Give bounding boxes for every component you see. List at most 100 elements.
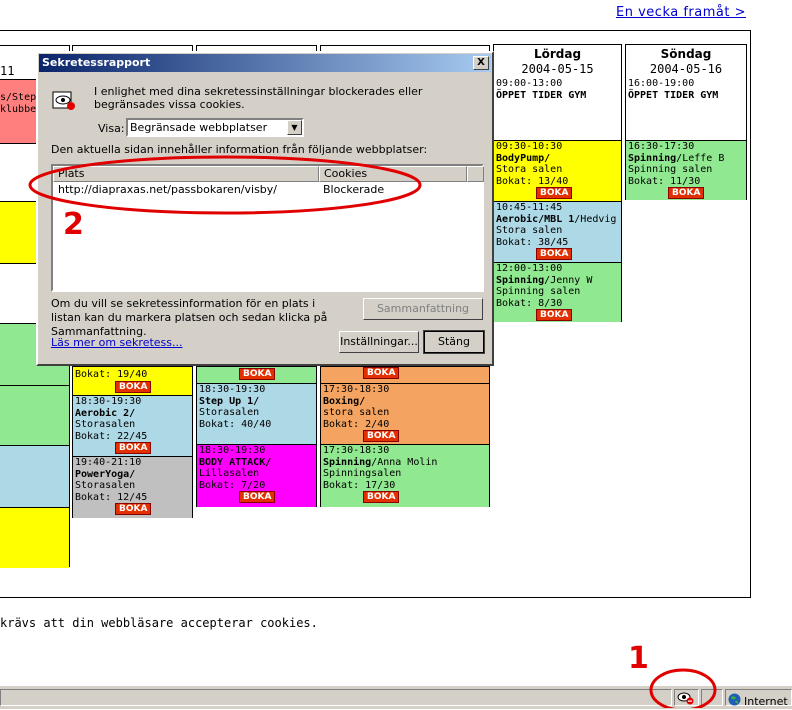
annotation-ellipse-1: [649, 668, 717, 708]
class-place: Storasalen: [75, 419, 136, 430]
annotation-number-1: 1: [628, 641, 649, 676]
boka-button[interactable]: BOKA: [363, 367, 400, 379]
schedule-cell: 16:00-19:00 ÖPPET TIDER GYM: [626, 78, 746, 140]
class-time: 17:30-18:30: [323, 445, 390, 456]
booked-count: Bokat: 40/40: [199, 418, 272, 430]
status-text-area: [0, 689, 672, 706]
schedule-cell[interactable]: Bokat: 19/40 BOKA: [73, 366, 192, 395]
booked-count: Bokat: 12/45: [75, 491, 148, 503]
booked-count: Bokat: 38/45: [496, 236, 569, 248]
class-place: Lillasalen: [199, 468, 260, 479]
hint-text: Om du vill se sekretessinformation för e…: [51, 297, 328, 338]
view-label: Visa:: [98, 122, 125, 135]
schedule-cell[interactable]: 17:30-18:30 Spinning/Anna Molin Spinning…: [321, 444, 489, 507]
schedule-cell[interactable]: BOKA: [197, 366, 316, 383]
chevron-down-icon[interactable]: ▼: [287, 120, 302, 135]
day-date: 2004-05-16: [649, 62, 723, 76]
close-button[interactable]: Stäng: [423, 330, 485, 354]
day-header-sunday: Söndag 2004-05-16: [626, 45, 746, 79]
boka-button[interactable]: BOKA: [668, 187, 705, 199]
class-place: Spinning salen: [496, 286, 581, 297]
schedule-cell[interactable]: 18:30-19:30 Step Up 1/ Storasalen Bokat:…: [197, 383, 316, 444]
class-name: Boxing/: [323, 395, 366, 407]
class-name: PowerYoga/: [75, 468, 136, 480]
globe-icon: [728, 691, 741, 710]
schedule-cell[interactable]: [0, 507, 69, 568]
class-time: 10:45-11:45: [496, 202, 563, 213]
boka-button[interactable]: BOKA: [536, 248, 573, 260]
booked-count: Bokat: 7/20: [199, 479, 266, 491]
class-place: Stora salen: [496, 164, 563, 175]
schedule-cell[interactable]: 16:30-17:30 Spinning/Leffe B Spinning sa…: [626, 140, 746, 200]
class-place: Storasalen: [199, 407, 260, 418]
class-time: 18:30-19:30: [75, 396, 142, 407]
class-name: BODY ATTACK/: [199, 456, 272, 468]
booked-count: Bokat: 17/30: [323, 479, 396, 491]
summary-button[interactable]: Sammanfattning: [363, 298, 483, 320]
boka-button[interactable]: BOKA: [363, 491, 400, 503]
booked-count: Bokat: 22/45: [75, 430, 148, 442]
day-column-saturday: Lördag 2004-05-15 09:00-13:00 ÖPPET TIDE…: [493, 44, 622, 322]
class-time: 19:40-21:10: [75, 457, 142, 468]
booked-count: Bokat: 2/40: [323, 418, 390, 430]
schedule-cell[interactable]: 18:30-19:30 BODY ATTACK/ Lillasalen Boka…: [197, 444, 316, 507]
day-header-saturday: Lördag 2004-05-15: [494, 45, 621, 79]
boka-button[interactable]: BOKA: [115, 380, 152, 393]
class-time: 18:30-19:30: [199, 445, 266, 456]
class-place: Spinning salen: [628, 164, 713, 175]
boka-button[interactable]: BOKA: [239, 368, 276, 380]
view-select-value: Begränsade webbplatser: [130, 121, 268, 134]
booked-count: Bokat: 11/30: [628, 175, 701, 187]
boka-button[interactable]: BOKA: [536, 187, 573, 199]
close-icon[interactable]: X: [473, 56, 489, 70]
next-week-link[interactable]: En vecka framåt >: [616, 5, 746, 20]
zone-indicator: Internet: [725, 689, 792, 708]
day-name: Söndag: [660, 47, 712, 61]
annotation-ellipse-2: [28, 155, 422, 215]
day-name: Lördag: [533, 47, 582, 61]
day-column-sunday: Söndag 2004-05-16 16:00-19:00 ÖPPET TIDE…: [625, 44, 747, 200]
booked-count: Bokat: 19/40: [75, 369, 148, 380]
class-time: 09:30-10:30: [496, 141, 563, 152]
learn-more-link[interactable]: Läs mer om sekretess...: [51, 336, 183, 349]
schedule-cell[interactable]: BOKA: [321, 366, 489, 383]
view-select[interactable]: Begränsade webbplatser ▼: [126, 118, 304, 137]
cookie-note: krävs att din webbläsare accepterar cook…: [0, 616, 318, 630]
schedule-cell[interactable]: 10:45-11:45 Aerobic/MBL 1/Hedvig Stora s…: [494, 201, 621, 262]
boka-button[interactable]: BOKA: [536, 309, 573, 321]
class-name: Aerobic/MBL 1/Hedvig: [496, 213, 617, 225]
boka-button[interactable]: BOKA: [115, 503, 152, 515]
privacy-info-icon: [51, 88, 79, 115]
schedule-cell[interactable]: 17:30-18:30 Boxing/ stora salen Bokat: 2…: [321, 383, 489, 444]
annotation-number-2: 2: [63, 207, 84, 242]
schedule-cell[interactable]: 18:30-19:30 Aerobic 2/ Storasalen Bokat:…: [73, 395, 192, 456]
schedule-cell[interactable]: 09:30-10:30 BodyPump/ Stora salen Bokat:…: [494, 140, 621, 201]
class-name: ÖPPET TIDER GYM: [496, 89, 587, 101]
class-time: 17:30-18:30: [323, 384, 390, 395]
class-name: Spinning/Jenny W: [496, 274, 593, 286]
class-place: Stora salen: [496, 225, 563, 236]
day-date: 2004-05-15: [521, 62, 594, 76]
class-time: 18:30-19:30: [199, 384, 266, 395]
schedule-cell[interactable]: [0, 385, 69, 445]
class-place: Storasalen: [75, 480, 136, 491]
class-name: Spinning/Anna Molin: [323, 456, 438, 468]
class-place: stora salen: [323, 407, 390, 418]
settings-button[interactable]: Inställningar...: [339, 331, 419, 353]
dialog-titlebar[interactable]: Sekretessrapport X: [39, 54, 491, 72]
class-place: Spinningsalen: [323, 468, 402, 479]
column-header-spacer: [467, 166, 484, 182]
class-name: ÖPPET TIDER GYM: [628, 89, 719, 101]
boka-button[interactable]: BOKA: [363, 430, 400, 442]
schedule-cell[interactable]: 19:40-21:10 PowerYoga/ Storasalen Bokat:…: [73, 456, 192, 518]
schedule-cell[interactable]: 12:00-13:00 Spinning/Jenny W Spinning sa…: [494, 262, 621, 322]
boka-button[interactable]: BOKA: [239, 491, 276, 503]
class-time: 12:00-13:00: [496, 263, 563, 274]
class-time: 16:30-17:30: [628, 141, 695, 152]
schedule-cell: 09:00-13:00 ÖPPET TIDER GYM: [494, 78, 621, 140]
schedule-cell[interactable]: [0, 445, 69, 507]
boka-button[interactable]: BOKA: [115, 442, 152, 454]
class-name: Spinning/Leffe B: [628, 152, 725, 164]
booked-count: Bokat: 13/40: [496, 175, 569, 187]
class-name: Aerobic 2/: [75, 407, 136, 419]
